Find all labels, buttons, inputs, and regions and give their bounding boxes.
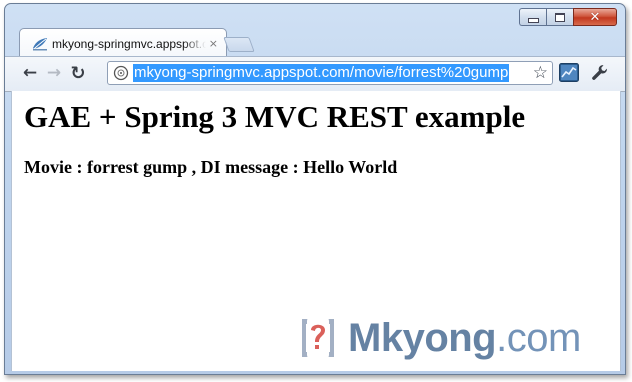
bookmark-star-icon[interactable]: ☆	[533, 63, 548, 83]
back-arrow-icon: ←	[22, 63, 38, 83]
wrench-icon[interactable]	[590, 63, 610, 83]
tab-close-icon[interactable]: ×	[209, 37, 218, 50]
movie-message: Movie : forrest gump , DI message : Hell…	[24, 157, 398, 177]
maximize-button[interactable]	[546, 8, 573, 26]
reload-button[interactable]: ↻	[67, 62, 89, 84]
reload-icon: ↻	[70, 62, 86, 84]
page-title: GAE + Spring 3 MVC REST example	[24, 99, 526, 134]
browser-tab[interactable]: mkyong-springmvc.appspot.com ×	[19, 28, 227, 58]
new-tab-button[interactable]	[223, 37, 255, 52]
forward-arrow-icon: →	[46, 63, 62, 83]
mkyong-watermark: Mkyong.com	[296, 311, 581, 365]
tab-title: mkyong-springmvc.appspot.com	[52, 36, 206, 51]
minimize-button[interactable]	[519, 8, 546, 26]
window-controls: ✕	[519, 8, 617, 26]
address-bar[interactable]: mkyong-springmvc.appspot.com/movie/forre…	[107, 61, 553, 85]
url-text[interactable]: mkyong-springmvc.appspot.com/movie/forre…	[133, 64, 510, 82]
springmvc-leaf-icon	[33, 37, 47, 50]
globe-icon	[113, 65, 129, 81]
maximize-icon	[555, 12, 565, 22]
back-button[interactable]: ←	[19, 62, 41, 84]
minimize-icon	[527, 17, 539, 23]
mkyong-brand-text: Mkyong.com	[348, 315, 581, 360]
toolbar: ← → ↻ mkyong-springmvc.appspot.com/movie…	[5, 56, 625, 92]
close-icon: ✕	[589, 9, 601, 25]
question-mark-logo-icon	[302, 317, 334, 359]
forward-button[interactable]: →	[43, 62, 65, 84]
close-window-button[interactable]: ✕	[573, 8, 617, 26]
chart-extension-icon[interactable]	[559, 63, 579, 82]
